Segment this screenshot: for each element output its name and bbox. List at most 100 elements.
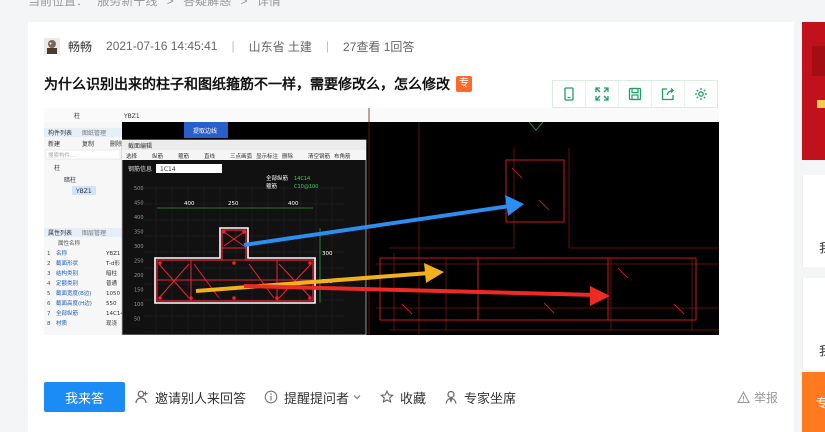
action-bar: 我来答 邀请别人来回答 提醒提问者 收藏 专家坐席 举报 [44,382,778,412]
props-row-value[interactable]: 现浇 [106,319,118,327]
dimension-label: 300 [322,251,333,257]
delete-action[interactable]: 删除 [110,140,122,148]
search-input[interactable]: 搜索构件... [48,151,75,159]
invite-button[interactable]: 邀请别人来回答 [135,388,246,407]
sidebar-card-1[interactable]: 我 [802,175,825,267]
tab-properties[interactable]: 属性列表 [48,229,72,237]
avatar[interactable] [44,38,60,54]
remind-button[interactable]: 提醒提问者 [264,388,362,407]
breadcrumb-link-qa[interactable]: 答疑解惑 [183,0,231,8]
share-button[interactable] [652,81,685,107]
breadcrumb-link-service[interactable]: 服务新干线 [97,0,157,8]
collect-button[interactable]: 收藏 [380,388,426,407]
settings-button[interactable] [685,81,717,107]
tab-layers[interactable]: 图层管理 [82,229,106,237]
ad-banner[interactable] [802,22,825,160]
expert-button[interactable]: 专家坐席 [444,388,516,407]
invite-label: 邀请别人来回答 [155,390,247,406]
copy-action[interactable]: 复制 [82,140,94,148]
sidebar-card-2[interactable]: 我 [802,278,825,370]
report-label: 举报 [753,390,778,405]
question-card: 畅畅 2021-07-16 14:45:41 | 山东省 土建 | 27查看 1… [28,22,794,432]
dialog-tool[interactable]: 清空钢筋 [308,152,331,160]
props-row-name[interactable]: 截面高度(H边) [56,299,92,307]
props-row-value[interactable]: 1050 [106,291,120,297]
props-header: 属性名称 [58,239,81,247]
answer-button[interactable]: 我来答 [44,382,125,412]
divider: | [325,39,330,53]
warning-icon [737,390,750,403]
axis-tick-label: 50 [134,317,140,323]
expert-icon [445,390,457,404]
expand-icon [595,87,609,101]
props-row-value[interactable]: T-d形 [105,259,120,267]
tree-node-hidden-column[interactable]: 暗柱 [64,176,76,184]
breadcrumb-current: 详情 [256,0,281,8]
dialog-tool[interactable]: 显示标注 [256,152,279,160]
share-icon [661,88,675,101]
dimension-label: 250 [228,201,239,207]
props-row-name[interactable]: 材质 [56,319,68,327]
dialog-tool[interactable]: 纵筋 [152,152,164,160]
rebar-input[interactable]: 1C14 [160,166,176,173]
chevron-down-icon [353,395,361,400]
recognize-button[interactable]: 提取边线 [193,127,217,135]
props-row-value[interactable]: 550 [106,301,117,307]
breadcrumb: 当前位置： 服务新干线 > 答疑解惑 > 详情 [28,0,287,9]
component-select[interactable]: YBZ1 [123,113,140,120]
layer-select[interactable]: 柱 [74,112,80,120]
props-row-name[interactable]: 全部纵筋 [56,309,79,317]
breadcrumb-sep: > [166,0,174,8]
save-icon [628,87,642,101]
props-row-name[interactable]: 结构类别 [56,269,78,277]
props-row-value[interactable]: 14C14 [106,311,124,317]
annotation-stirrup: 箍筋 [266,182,278,190]
dialog-tool[interactable]: 布角筋 [334,152,351,160]
props-row-name[interactable]: 名称 [56,249,68,257]
axis-tick-label: 200 [134,273,144,279]
props-row-value[interactable]: YBZ1 [105,251,120,257]
tab-component-list[interactable]: 构件列表 [48,129,72,137]
axis-tick-label: 250 [134,259,144,265]
save-image-button[interactable] [619,81,652,107]
dimension-label: 400 [288,201,299,207]
question-image[interactable]: 柱 YBZ1 构件列表 图纸管理 新建 复制 删除 搜索构件... 柱 暗柱 Y… [44,108,719,335]
props-row-index: 7 [47,311,51,317]
props-row-index: 4 [47,281,51,287]
report-button[interactable]: 举报 [737,389,778,406]
fullscreen-button[interactable] [586,81,619,107]
question-title-text: 为什么识别出来的柱子和图纸箍筋不一样，需要修改么，怎么修改 [44,76,450,92]
props-row-index: 3 [47,271,51,277]
dialog-tool[interactable]: 三点画弧 [230,152,253,160]
dialog-tool[interactable]: 直线 [204,152,216,160]
question-title: 为什么识别出来的柱子和图纸箍筋不一样，需要修改么，怎么修改 专 [44,74,472,94]
props-row-name[interactable]: 截面形状 [56,259,79,267]
dialog-tool[interactable]: 选择 [126,152,138,160]
tree-node-ybz1[interactable]: YBZ1 [75,188,92,195]
remind-label: 提醒提问者 [284,390,350,406]
sidebar-expert-text: 专 [816,396,825,410]
props-row-value[interactable]: 普通 [106,279,118,287]
sidebar-expert-promo[interactable]: 专 [802,372,825,432]
tablet-icon [564,87,574,101]
dialog-tool[interactable]: 箍筋 [178,152,190,160]
props-row-name[interactable]: 截面宽度(B边) [56,289,92,297]
props-row-index: 1 [47,251,51,257]
dimension-label: 400 [184,201,195,207]
dialog-tool[interactable]: 删除 [282,152,294,160]
tablet-view-button[interactable] [553,81,586,107]
tree-node-column[interactable]: 柱 [54,164,60,172]
new-action[interactable]: 新建 [48,140,60,148]
expert-badge: 专 [456,76,472,92]
props-row-name[interactable]: 定额类别 [56,279,78,287]
axis-tick-label: 150 [134,288,144,294]
tab-drawing-manage[interactable]: 图纸管理 [82,129,106,137]
axis-tick-label: 400 [134,215,144,221]
author-name[interactable]: 畅畅 [68,38,92,55]
props-row-index: 6 [47,301,51,307]
annotation-green-1: 14C14 [294,176,310,182]
props-row-value[interactable]: 暗柱 [106,269,118,277]
breadcrumb-sep: > [240,0,248,8]
props-row-index: 5 [47,291,51,297]
breadcrumb-prefix: 当前位置： [28,0,89,8]
